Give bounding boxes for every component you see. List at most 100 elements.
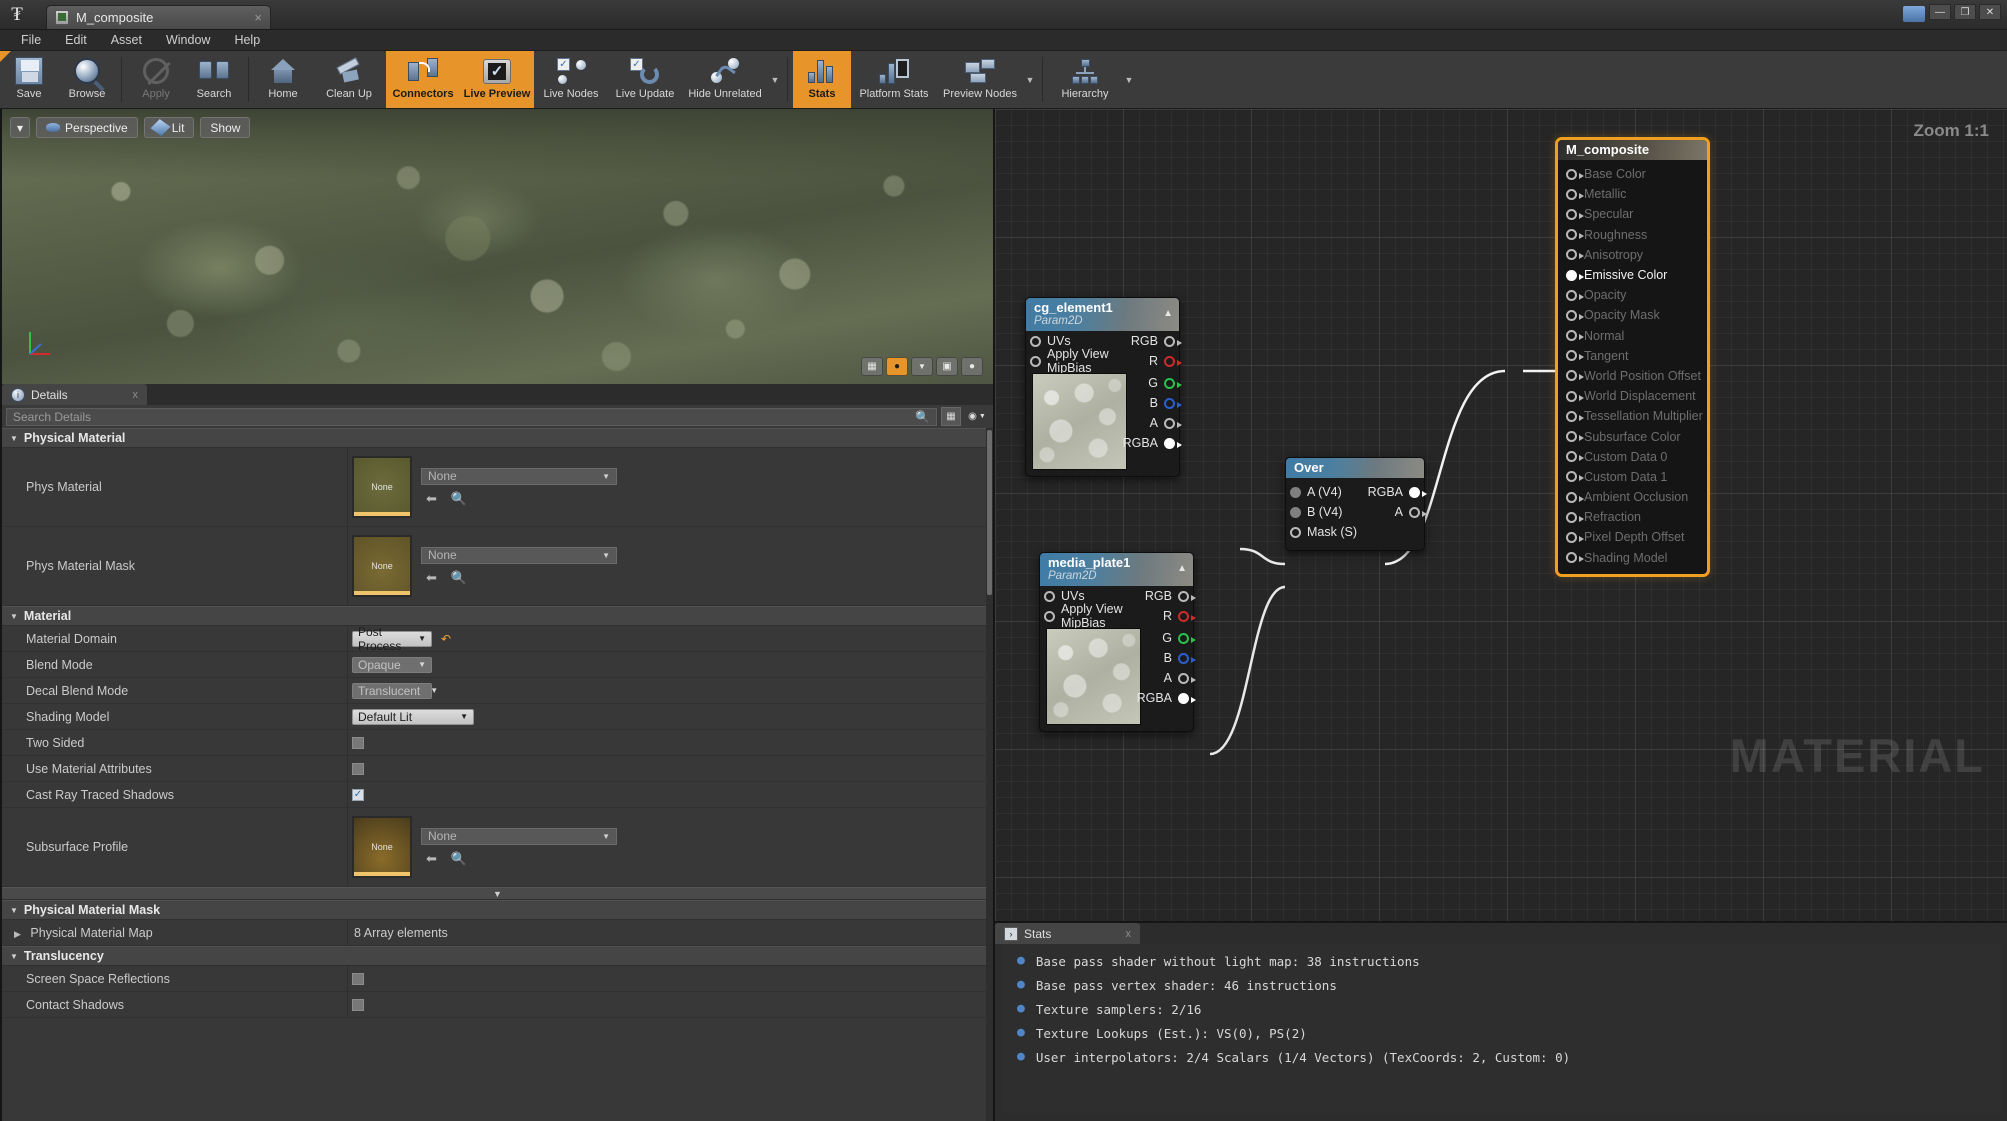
menu-window[interactable]: Window: [155, 31, 221, 49]
minimize-button[interactable]: —: [1929, 4, 1951, 20]
material-pin-pixel-depth-offset[interactable]: Pixel Depth Offset: [1558, 527, 1707, 547]
tab-stats[interactable]: › Stats x: [995, 923, 1140, 944]
collapse-icon[interactable]: ▲: [1163, 308, 1173, 319]
category-physical-material-mask[interactable]: ▼ Physical Material Mask: [2, 900, 993, 920]
material-pin-specular[interactable]: Specular: [1558, 204, 1707, 224]
close-icon[interactable]: x: [133, 389, 139, 401]
input-pin[interactable]: [1566, 208, 1584, 220]
output-pin-r[interactable]: [1164, 355, 1182, 367]
output-pin-rgba[interactable]: [1178, 692, 1196, 704]
material-pin-metallic[interactable]: Metallic: [1558, 184, 1707, 204]
output-pin-rgb[interactable]: [1164, 335, 1182, 347]
output-pin-a[interactable]: [1409, 506, 1427, 518]
use-selected-asset-icon[interactable]: ⬅: [426, 570, 437, 586]
asset-thumbnail[interactable]: None: [352, 816, 412, 878]
stats-button[interactable]: Stats: [793, 51, 851, 108]
output-pin-b[interactable]: [1178, 652, 1196, 664]
input-pin[interactable]: [1566, 511, 1584, 523]
collapse-icon[interactable]: ▲: [1177, 563, 1187, 574]
hide-unrelated-button[interactable]: Hide Unrelated: [682, 51, 768, 108]
input-pin[interactable]: [1566, 309, 1584, 321]
settings-dropdown-icon[interactable]: ◉ ▼: [965, 407, 989, 426]
live-nodes-button[interactable]: ✓ Live Nodes: [534, 51, 608, 108]
browse-to-asset-icon[interactable]: 🔍: [451, 491, 467, 507]
node-header[interactable]: Over: [1286, 458, 1424, 478]
live-preview-button[interactable]: ✓ Live Preview: [460, 51, 534, 108]
input-pin-a[interactable]: [1290, 486, 1301, 498]
input-pin[interactable]: [1566, 431, 1584, 443]
material-pin-opacity[interactable]: Opacity: [1558, 285, 1707, 305]
search-button[interactable]: Search: [185, 51, 243, 108]
input-pin[interactable]: [1566, 370, 1584, 382]
output-pin-rgb[interactable]: [1178, 590, 1196, 602]
material-pin-tessellation-multiplier[interactable]: Tessellation Multiplier: [1558, 406, 1707, 426]
contact-shadows-checkbox[interactable]: [352, 998, 364, 1011]
output-pin-rgba[interactable]: [1164, 437, 1182, 449]
hide-unrelated-dropdown-icon[interactable]: ▼: [768, 51, 782, 108]
output-pin-r[interactable]: [1178, 610, 1196, 622]
sphere-preview-icon[interactable]: ●: [961, 357, 983, 376]
use-selected-asset-icon[interactable]: ⬅: [426, 491, 437, 507]
perspective-button[interactable]: Perspective: [36, 117, 138, 138]
screen-space-reflections-checkbox[interactable]: [352, 972, 364, 985]
output-pin-a[interactable]: [1164, 417, 1182, 429]
menu-edit[interactable]: Edit: [54, 31, 98, 49]
layout-icon[interactable]: [1903, 6, 1925, 22]
input-pin[interactable]: [1566, 289, 1584, 301]
tab-details[interactable]: i Details x: [2, 384, 147, 405]
material-pin-subsurface-color[interactable]: Subsurface Color: [1558, 426, 1707, 446]
output-pin-b[interactable]: [1164, 397, 1182, 409]
material-pin-refraction[interactable]: Refraction: [1558, 507, 1707, 527]
output-pin-rgba[interactable]: [1409, 486, 1427, 498]
use-selected-asset-icon[interactable]: ⬅: [426, 851, 437, 867]
show-flags-button[interactable]: Show: [200, 117, 251, 138]
browse-to-asset-icon[interactable]: 🔍: [451, 851, 467, 867]
live-update-button[interactable]: ✓ Live Update: [608, 51, 682, 108]
use-material-attributes-checkbox[interactable]: [352, 762, 364, 775]
category-material[interactable]: ▼ Material: [2, 606, 993, 626]
node-cg-element1[interactable]: cg_element1 Param2D ▲ UVs RGB Apply View…: [1025, 297, 1182, 477]
node-media-plate1[interactable]: media_plate1 Param2D ▲ UVs RGB Apply Vie…: [1039, 552, 1196, 732]
realtime-toggle-icon[interactable]: ●: [886, 357, 908, 376]
shading-model-dropdown[interactable]: Default Lit ▼: [352, 708, 474, 725]
material-pin-base-color[interactable]: Base Color: [1558, 164, 1707, 184]
node-over[interactable]: Over A (V4) RGBA B (V4) A Mask (S): [1285, 457, 1427, 551]
asset-thumbnail[interactable]: None: [352, 456, 412, 518]
category-physical-material[interactable]: ▼ Physical Material: [2, 428, 993, 448]
node-header[interactable]: M_composite: [1558, 140, 1707, 160]
input-pin[interactable]: [1566, 330, 1584, 342]
input-pin[interactable]: [1566, 451, 1584, 463]
browse-to-asset-icon[interactable]: 🔍: [451, 570, 467, 586]
close-icon[interactable]: x: [1126, 928, 1132, 940]
menu-asset[interactable]: Asset: [100, 31, 153, 49]
material-pin-tangent[interactable]: Tangent: [1558, 346, 1707, 366]
material-pin-world-displacement[interactable]: World Displacement: [1558, 386, 1707, 406]
material-pin-normal[interactable]: Normal: [1558, 326, 1707, 346]
cylinder-preview-icon[interactable]: ▣: [936, 357, 958, 376]
input-pin-apply-view-mipbias[interactable]: [1044, 610, 1055, 622]
output-pin-a[interactable]: [1178, 672, 1196, 684]
input-pin[interactable]: [1566, 552, 1584, 564]
preview-nodes-dropdown-icon[interactable]: ▼: [1023, 51, 1037, 108]
output-pin-g[interactable]: [1178, 632, 1196, 644]
material-pin-custom-data-0[interactable]: Custom Data 0: [1558, 447, 1707, 467]
asset-picker-dropdown[interactable]: None ▼: [421, 827, 617, 845]
input-pin[interactable]: [1566, 491, 1584, 503]
preview-nodes-button[interactable]: Preview Nodes: [937, 51, 1023, 108]
category-translucency[interactable]: ▼ Translucency: [2, 946, 993, 966]
input-pin-uvs[interactable]: [1044, 590, 1055, 602]
input-pin[interactable]: [1566, 390, 1584, 402]
material-pin-anisotropy[interactable]: Anisotropy: [1558, 245, 1707, 265]
clean-up-button[interactable]: Clean Up: [312, 51, 386, 108]
asset-thumbnail[interactable]: None: [352, 535, 412, 597]
material-pin-opacity-mask[interactable]: Opacity Mask: [1558, 305, 1707, 325]
view-mode-button[interactable]: Lit: [143, 117, 195, 138]
material-pin-world-position-offset[interactable]: World Position Offset: [1558, 366, 1707, 386]
two-sided-checkbox[interactable]: [352, 736, 364, 749]
input-pin-connected[interactable]: [1566, 269, 1584, 281]
node-header[interactable]: cg_element1 Param2D ▲: [1026, 298, 1179, 331]
material-pin-emissive-color[interactable]: Emissive Color: [1558, 265, 1707, 285]
material-domain-dropdown[interactable]: Post Process ▼: [352, 625, 432, 653]
viewport-dropdown-icon[interactable]: ▼: [911, 357, 933, 376]
properties-list[interactable]: ▼ Physical Material Phys Material None N…: [2, 428, 993, 1121]
